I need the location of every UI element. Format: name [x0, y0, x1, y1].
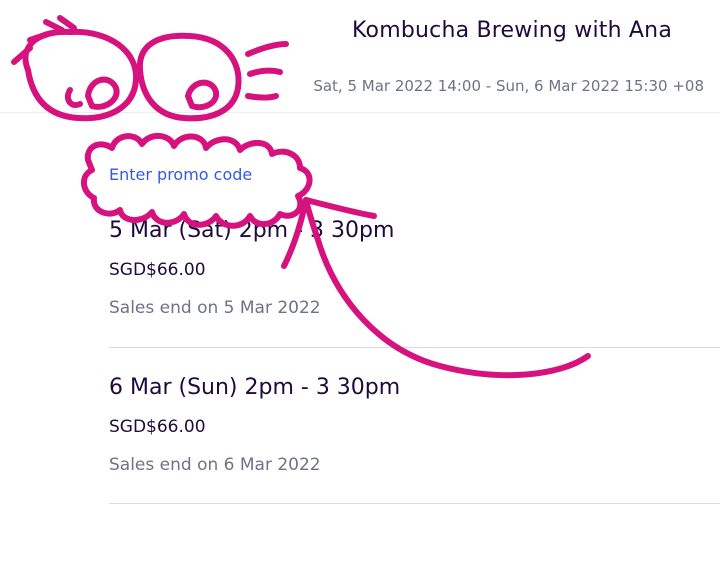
ticket-name: 5 Mar (Sat) 2pm - 3 30pm [109, 218, 395, 243]
event-dates: Sat, 5 Mar 2022 14:00 - Sun, 6 Mar 2022 … [313, 77, 704, 95]
left-eye-icon [22, 28, 140, 122]
ticket-selection-page: Kombucha Brewing with Ana Sat, 5 Mar 202… [0, 0, 720, 565]
event-title: Kombucha Brewing with Ana [352, 18, 672, 43]
enter-promo-code-link[interactable]: Enter promo code [109, 165, 252, 184]
ticket-name: 6 Mar (Sun) 2pm - 3 30pm [109, 375, 401, 400]
ticket-price: SGD$66.00 [109, 417, 206, 437]
ticket-divider [109, 503, 720, 504]
ticket-sales-end: Sales end on 6 Mar 2022 [109, 455, 321, 475]
ticket-sales-end: Sales end on 5 Mar 2022 [109, 298, 321, 318]
right-eye-icon [136, 32, 242, 122]
ticket-option[interactable]: 5 Mar (Sat) 2pm - 3 30pm SGD$66.00 Sales… [109, 218, 720, 348]
ticket-price: SGD$66.00 [109, 260, 206, 280]
header-divider [0, 112, 720, 113]
ticket-divider [109, 347, 720, 348]
ticket-option[interactable]: 6 Mar (Sun) 2pm - 3 30pm SGD$66.00 Sales… [109, 375, 720, 505]
